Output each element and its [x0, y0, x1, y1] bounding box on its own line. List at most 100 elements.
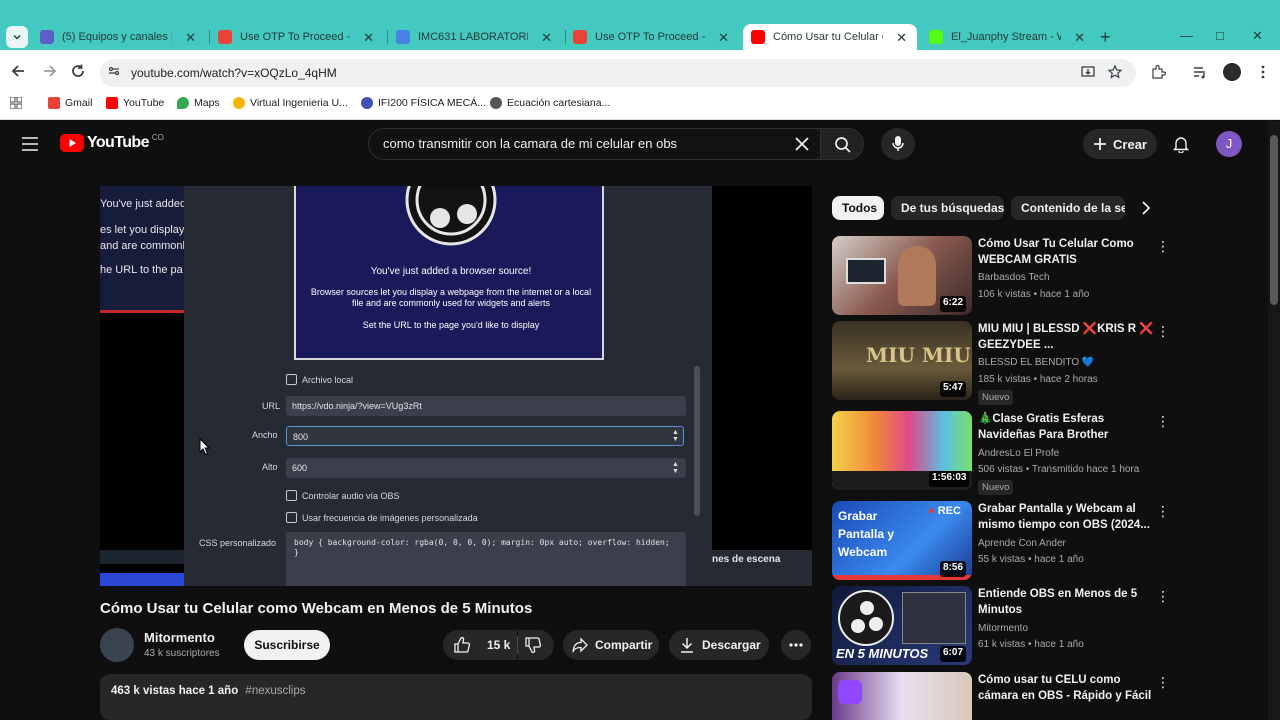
hashtag-link[interactable]: #nexusclips	[245, 685, 305, 697]
more-vertical-icon[interactable]: ⋮	[1156, 674, 1170, 691]
new-tab-button[interactable]: +	[1100, 27, 1111, 48]
height-stepper-icon[interactable]: ▲ ▼	[672, 461, 679, 475]
video-player[interactable]: You've just added es let you display and…	[100, 186, 812, 586]
recommendation-channel[interactable]: Mitormento	[978, 623, 1028, 634]
profile-avatar[interactable]	[1223, 63, 1241, 81]
more-actions-button[interactable]	[781, 630, 811, 660]
description-box[interactable]	[100, 674, 812, 720]
more-vertical-icon[interactable]: ⋮	[1156, 588, 1170, 605]
width-field[interactable]: 800	[286, 426, 684, 446]
browser-tab[interactable]: Use OTP To Proceed - juan ✕	[210, 24, 384, 50]
recommendation-title[interactable]: MIU MIU | BLESSD ❌KRIS R ❌ GEEZYDEE ...	[978, 321, 1154, 353]
media-controls-icon[interactable]	[1192, 64, 1208, 80]
forward-button[interactable]	[40, 62, 58, 80]
browser-tab[interactable]: Cómo Usar tu Celular com ✕	[743, 24, 917, 50]
close-tab-icon[interactable]: ✕	[363, 30, 374, 46]
width-stepper-icon[interactable]: ▲ ▼	[672, 429, 679, 443]
browser-tab[interactable]: Use OTP To Proceed - juan ✕	[565, 24, 739, 50]
voice-search-button[interactable]	[881, 128, 915, 160]
bookmark-maps[interactable]: Maps	[177, 97, 220, 109]
recommendation-item[interactable]: EN 5 MINUTOS 6:07 Entiende OBS en Menos …	[832, 586, 1262, 666]
url-field[interactable]: https://vdo.ninja/?view=VUg3zRt	[286, 396, 686, 416]
subscriber-count: 43 k suscriptores	[144, 648, 220, 659]
share-button[interactable]: Compartir	[563, 630, 659, 660]
recommendation-meta: 55 k vistas • hace 1 año	[978, 554, 1084, 565]
site-info-icon[interactable]	[107, 64, 123, 80]
video-thumbnail[interactable]	[832, 672, 972, 720]
youtube-logo[interactable]: YouTube CO	[60, 133, 164, 152]
audio-checkbox[interactable]	[286, 490, 297, 501]
recommendation-channel[interactable]: Barbasdos Tech	[978, 272, 1050, 283]
install-app-icon[interactable]	[1080, 64, 1096, 80]
local-file-checkbox[interactable]	[286, 374, 297, 385]
fps-checkbox[interactable]	[286, 512, 297, 523]
download-icon	[681, 638, 693, 653]
bookmark-ecuacion[interactable]: Ecuación cartesiana...	[490, 97, 610, 109]
more-vertical-icon[interactable]: ⋮	[1156, 238, 1170, 255]
chip-todos[interactable]: Todos	[832, 196, 884, 220]
bookmark-ifi200[interactable]: IFI200 FÍSICA MECÁ...	[361, 97, 486, 109]
extensions-icon[interactable]	[1150, 64, 1166, 80]
channel-avatar[interactable]	[100, 628, 134, 662]
scrollbar-thumb[interactable]	[1270, 135, 1278, 305]
bookmark-virtual-ingenieria[interactable]: Virtual Ingenieria U...	[233, 97, 348, 109]
apps-grid-icon[interactable]	[10, 97, 22, 109]
search-query[interactable]: como transmitir con la camara de mi celu…	[383, 136, 677, 151]
plus-icon	[1094, 138, 1107, 150]
close-tab-icon[interactable]: ✕	[718, 30, 729, 46]
url-text[interactable]: youtube.com/watch?v=xOQzLo_4qHM	[131, 66, 337, 80]
channel-name[interactable]: Mitormento	[144, 630, 215, 645]
chip-contenido[interactable]: Contenido de la ser	[1011, 196, 1125, 220]
minimize-button[interactable]: —	[1180, 28, 1193, 43]
bookmark-gmail[interactable]: Gmail	[48, 97, 92, 109]
recommendation-item[interactable]: 1:56:03 🎄Clase Gratis Esferas Navideñas …	[832, 411, 1262, 495]
back-button[interactable]	[10, 62, 28, 80]
recommendation-item[interactable]: MIU MIU 5:47 MIU MIU | BLESSD ❌KRIS R ❌ …	[832, 321, 1262, 405]
recommendation-title[interactable]: Grabar Pantalla y Webcam al mismo tiempo…	[978, 501, 1154, 533]
recommendation-title[interactable]: 🎄Clase Gratis Esferas Navideñas Para Bro…	[978, 411, 1154, 445]
hamburger-menu-icon[interactable]	[21, 136, 39, 152]
notifications-bell-icon[interactable]	[1172, 135, 1190, 153]
close-tab-icon[interactable]: ✕	[1074, 30, 1085, 46]
recommendation-title[interactable]: Cómo Usar Tu Celular Como WEBCAM GRATIS	[978, 236, 1154, 268]
chip-de-tus-busquedas[interactable]: De tus búsquedas	[891, 196, 1004, 220]
browser-tab[interactable]: El_Juanphy Stream - Watch ✕	[921, 24, 1095, 50]
bookmark-youtube[interactable]: YouTube	[106, 97, 164, 109]
more-menu-icon[interactable]	[1255, 64, 1271, 80]
more-vertical-icon[interactable]: ⋮	[1156, 323, 1170, 340]
browser-tab[interactable]: IMC631 LABORATORIO DE ✕	[388, 24, 562, 50]
height-field[interactable]: 600	[286, 458, 686, 478]
bookmark-star-icon[interactable]	[1107, 64, 1123, 80]
more-vertical-icon[interactable]: ⋮	[1156, 413, 1170, 430]
recommendation-channel[interactable]: AndresLo El Profe	[978, 448, 1059, 459]
recommendation-channel[interactable]: BLESSD EL BENDITO 💙	[978, 357, 1094, 368]
recommendation-item[interactable]: Grabar Pantalla y Webcam ● REC 8:56 Grab…	[832, 501, 1262, 581]
clear-search-icon[interactable]	[794, 136, 810, 152]
recommendation-title[interactable]: Cómo usar tu CELU como cámara en OBS - R…	[978, 672, 1154, 704]
recommendation-title[interactable]: Entiende OBS en Menos de 5 Minutos	[978, 586, 1154, 618]
tab-title: Use OTP To Proceed - juan	[595, 31, 705, 43]
chips-next-icon[interactable]	[1139, 200, 1153, 216]
create-button[interactable]: Crear	[1083, 129, 1157, 159]
recommendation-channel[interactable]: Aprende Con Ander	[978, 538, 1066, 549]
browser-tab[interactable]: (5) Equipos y canales | Ger ✕	[32, 24, 206, 50]
tab-title: Use OTP To Proceed - juan	[240, 31, 350, 43]
close-tab-icon[interactable]: ✕	[896, 30, 907, 46]
close-tab-icon[interactable]: ✕	[541, 30, 552, 46]
recommendation-item[interactable]: Cómo usar tu CELU como cámara en OBS - R…	[832, 672, 1262, 720]
obs-scrollbar[interactable]	[694, 366, 700, 516]
dislike-button[interactable]	[518, 630, 554, 660]
maximize-button[interactable]: □	[1216, 28, 1224, 43]
more-vertical-icon[interactable]: ⋮	[1156, 503, 1170, 520]
css-field[interactable]: body { background-color: rgba(0, 0, 0, 0…	[286, 532, 686, 586]
reload-button[interactable]	[69, 62, 87, 80]
close-tab-icon[interactable]: ✕	[185, 30, 196, 46]
user-avatar[interactable]: J	[1216, 131, 1242, 157]
download-button[interactable]: Descargar	[669, 630, 769, 660]
tab-search-button[interactable]	[6, 26, 28, 48]
like-button[interactable]: 15 k	[443, 630, 517, 660]
recommendation-item[interactable]: 6:22 Cómo Usar Tu Celular Como WEBCAM GR…	[832, 236, 1262, 316]
subscribe-button[interactable]: Suscribirse	[244, 630, 330, 660]
search-button[interactable]	[820, 128, 864, 160]
close-window-button[interactable]: ✕	[1252, 28, 1263, 44]
